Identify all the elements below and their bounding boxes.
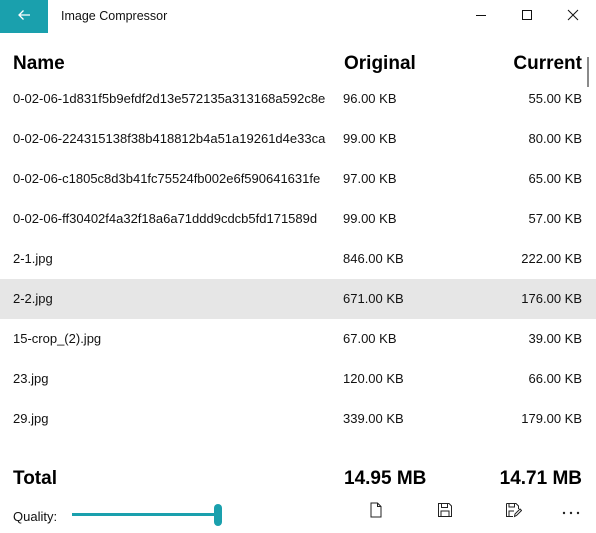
new-document-icon <box>369 502 383 523</box>
scrollbar-thumb[interactable] <box>587 57 589 87</box>
back-button[interactable] <box>0 0 48 33</box>
file-name: 0-02-06-1d831f5b9efdf2d13e572135a313168a… <box>13 91 326 106</box>
save-as-button[interactable] <box>497 499 529 525</box>
save-button[interactable] <box>429 499 461 525</box>
file-current-size: 66.00 KB <box>528 371 583 386</box>
file-original-size: 671.00 KB <box>343 291 404 306</box>
file-row[interactable]: 15-crop_(2).jpg 67.00 KB 39.00 KB <box>0 319 596 359</box>
minimize-icon <box>475 8 487 26</box>
file-row-selected[interactable]: 2-2.jpg 671.00 KB 176.00 KB <box>0 279 596 319</box>
file-name: 0-02-06-224315138f38b418812b4a51a19261d4… <box>13 131 326 146</box>
quality-slider[interactable] <box>70 503 226 527</box>
title-bar: Image Compressor <box>0 0 596 33</box>
quality-slider-track[interactable] <box>72 513 218 516</box>
back-arrow-icon <box>17 8 31 26</box>
file-row[interactable]: 0-02-06-1d831f5b9efdf2d13e572135a313168a… <box>0 79 596 119</box>
file-name: 0-02-06-ff30402f4a32f18a6a71ddd9cdcb5fd1… <box>13 211 318 226</box>
total-original: 14.95 MB <box>344 468 427 489</box>
file-original-size: 846.00 KB <box>343 251 404 266</box>
total-current: 14.71 MB <box>499 468 582 489</box>
file-row[interactable]: 0-02-06-c1805c8d3b41fc75524fb002e6f59064… <box>0 159 596 199</box>
file-name: 0-02-06-c1805c8d3b41fc75524fb002e6f59064… <box>13 171 321 186</box>
file-row[interactable]: 2-1.jpg 846.00 KB 222.00 KB <box>0 239 596 279</box>
file-current-size: 179.00 KB <box>521 411 582 426</box>
maximize-button[interactable] <box>504 0 550 33</box>
file-original-size: 120.00 KB <box>343 371 404 386</box>
more-button[interactable] <box>555 499 587 525</box>
file-row[interactable]: 0-02-06-ff30402f4a32f18a6a71ddd9cdcb5fd1… <box>0 199 596 239</box>
save-as-icon <box>505 502 522 523</box>
file-row[interactable]: 0-02-06-224315138f38b418812b4a51a19261d4… <box>0 119 596 159</box>
minimize-button[interactable] <box>458 0 504 33</box>
file-current-size: 176.00 KB <box>521 291 582 306</box>
more-ellipsis-icon <box>561 503 581 521</box>
file-current-size: 222.00 KB <box>521 251 582 266</box>
file-original-size: 99.00 KB <box>343 211 397 226</box>
file-name: 23.jpg <box>13 371 49 386</box>
file-row[interactable]: 23.jpg 120.00 KB 66.00 KB <box>0 359 596 399</box>
file-current-size: 57.00 KB <box>528 211 583 226</box>
file-name: 29.jpg <box>13 411 49 426</box>
file-original-size: 97.00 KB <box>343 171 397 186</box>
file-original-size: 339.00 KB <box>343 411 404 426</box>
column-header-current[interactable]: Current <box>513 53 582 75</box>
maximize-icon <box>521 8 533 26</box>
file-row[interactable]: 29.jpg 339.00 KB 179.00 KB <box>0 399 596 439</box>
file-current-size: 65.00 KB <box>528 171 583 186</box>
app-title: Image Compressor <box>61 9 168 23</box>
file-current-size: 80.00 KB <box>528 131 583 146</box>
file-original-size: 96.00 KB <box>343 91 397 106</box>
total-row: Total 14.95 MB 14.71 MB <box>0 466 596 496</box>
file-name: 2-2.jpg <box>13 291 53 306</box>
column-header-row: Name Original Current <box>0 50 596 80</box>
save-icon <box>437 502 453 523</box>
new-button[interactable] <box>360 499 392 525</box>
file-name: 15-crop_(2).jpg <box>13 331 102 346</box>
column-header-original[interactable]: Original <box>344 53 416 75</box>
file-current-size: 39.00 KB <box>528 331 583 346</box>
total-label: Total <box>13 468 57 489</box>
vertical-scrollbar[interactable] <box>586 57 590 437</box>
close-icon <box>567 8 579 26</box>
quality-label: Quality: <box>13 509 58 524</box>
close-button[interactable] <box>550 0 596 33</box>
quality-slider-thumb[interactable] <box>214 504 222 526</box>
file-name: 2-1.jpg <box>13 251 53 266</box>
file-original-size: 67.00 KB <box>343 331 397 346</box>
file-original-size: 99.00 KB <box>343 131 397 146</box>
column-header-name[interactable]: Name <box>13 53 65 75</box>
file-current-size: 55.00 KB <box>528 91 583 106</box>
file-list: 0-02-06-1d831f5b9efdf2d13e572135a313168a… <box>0 79 596 441</box>
